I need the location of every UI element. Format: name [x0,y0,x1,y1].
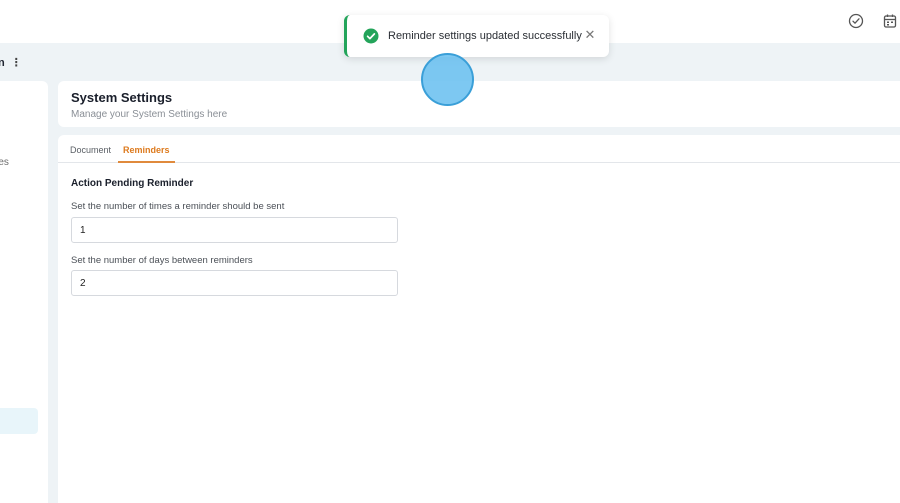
cursor-click-indicator [421,53,474,106]
calendar-icon[interactable] [880,11,900,31]
tab-reminders[interactable]: Reminders [118,135,175,163]
reminder-days-input[interactable] [71,270,398,296]
close-icon[interactable]: ✕ [583,28,597,42]
workspace-title-text: n [0,56,5,69]
page-title: System Settings [71,90,173,105]
settings-panel: Document Reminders Action Pending Remind… [58,135,900,503]
success-toast: Reminder settings updated successfully ✕ [344,15,609,57]
reminder-days-label: Set the number of days between reminders [71,255,253,266]
workspace-title: n ⋮ [0,56,22,70]
toast-message: Reminder settings updated successfully [388,30,582,42]
tab-bar: Document Reminders [58,135,900,163]
sidebar-item-active[interactable] [0,408,38,434]
reminder-times-label: Set the number of times a reminder shoul… [71,201,285,212]
section-title: Action Pending Reminder [71,178,194,189]
reminder-times-input[interactable] [71,217,398,243]
page-subtitle: Manage your System Settings here [71,109,228,120]
sidebar [0,81,48,503]
success-check-icon [363,28,379,44]
sidebar-item-label[interactable]: ates [0,157,9,168]
check-circle-icon[interactable] [846,11,866,31]
tab-document[interactable]: Document [70,145,111,155]
page-header: System Settings Manage your System Setti… [58,81,900,127]
kebab-icon[interactable]: ⋮ [11,56,22,69]
